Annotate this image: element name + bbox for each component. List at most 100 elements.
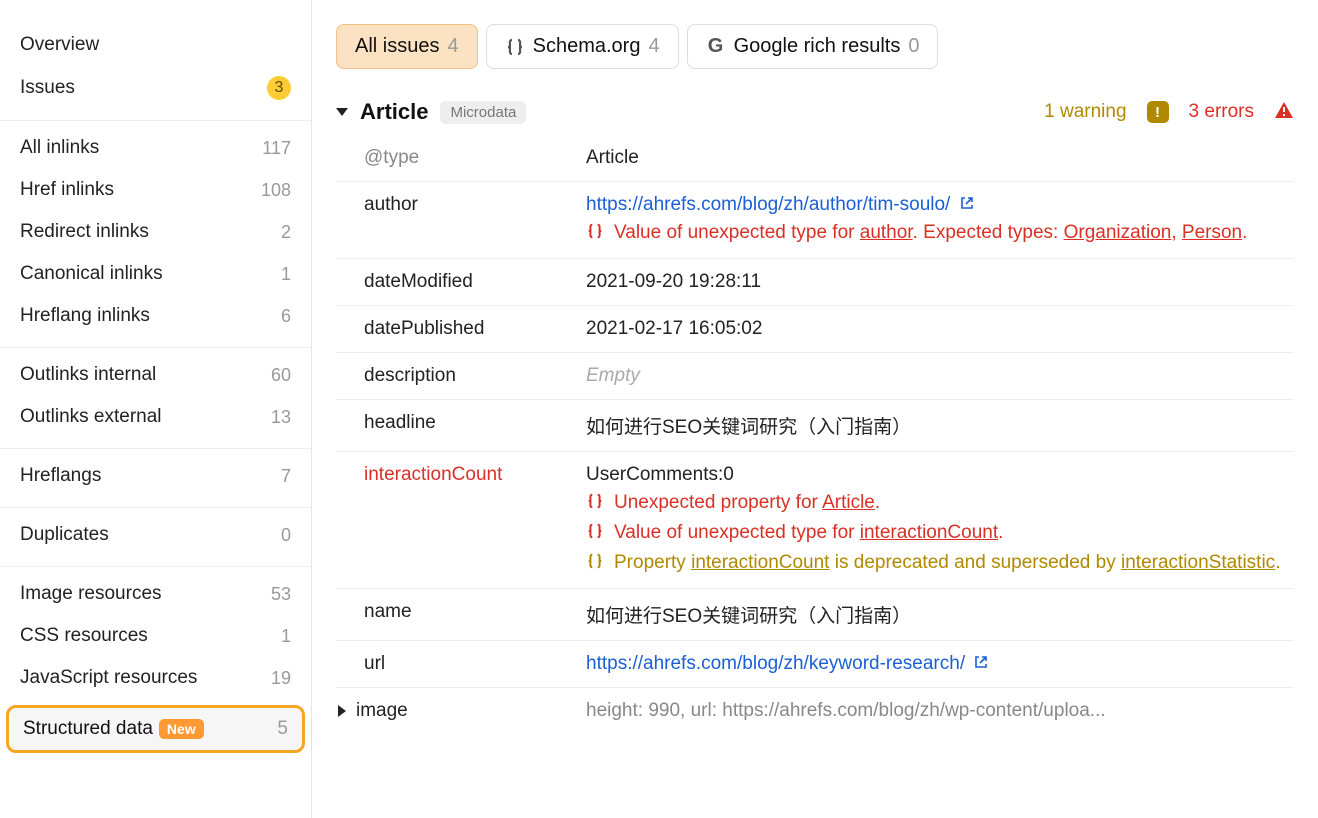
property-name: headline: [336, 412, 586, 439]
error-link[interactable]: interactionCount: [860, 522, 998, 543]
sidebar-item-structured-data[interactable]: Structured data New 5: [9, 708, 302, 750]
warning-link[interactable]: interactionStatistic: [1121, 552, 1275, 573]
error-link[interactable]: author: [860, 222, 913, 243]
sidebar-item-hreflang-inlinks[interactable]: Hreflang inlinks 6: [0, 295, 311, 337]
table-row: dateModified 2021-09-20 19:28:11: [336, 259, 1294, 306]
external-link-icon: [974, 653, 988, 674]
sidebar-item-issues[interactable]: Issues 3: [0, 66, 311, 110]
sidebar-item-js-resources[interactable]: JavaScript resources 19: [0, 657, 311, 699]
warning-count: 1 warning: [1044, 101, 1126, 123]
sidebar: Overview Issues 3 All inlinks 117 Href i…: [0, 0, 312, 818]
sidebar-item-outlinks-external[interactable]: Outlinks external 13: [0, 396, 311, 438]
braces-error-icon: [586, 492, 604, 516]
external-link-icon: [960, 194, 974, 215]
sidebar-item-label: Image resources: [20, 583, 162, 605]
sidebar-item-image-resources[interactable]: Image resources 53: [0, 573, 311, 615]
sidebar-item-count: 13: [271, 407, 291, 428]
property-value: 如何进行SEO关键词研究（入门指南）: [586, 601, 1294, 628]
sidebar-item-count: 5: [277, 718, 288, 740]
table-row: headline 如何进行SEO关键词研究（入门指南）: [336, 400, 1294, 452]
tab-label: Schema.org: [533, 35, 641, 58]
error-count: 3 errors: [1189, 101, 1254, 123]
sidebar-group: Outlinks internal 60 Outlinks external 1…: [0, 348, 311, 449]
property-value: https://ahrefs.com/blog/zh/keyword-resea…: [586, 653, 1294, 675]
error-message: Value of unexpected type for author. Exp…: [614, 222, 1247, 244]
sidebar-item-count: 1: [281, 626, 291, 647]
sidebar-item-canonical-inlinks[interactable]: Canonical inlinks 1: [0, 253, 311, 295]
tab-count: 0: [908, 35, 919, 58]
property-value: https://ahrefs.com/blog/zh/author/tim-so…: [586, 194, 1294, 246]
table-row: description Empty: [336, 353, 1294, 400]
property-name: @type: [336, 147, 586, 169]
error-link[interactable]: Article: [822, 492, 875, 513]
sidebar-item-label: Redirect inlinks: [20, 221, 149, 243]
property-value: 如何进行SEO关键词研究（入门指南）: [586, 412, 1294, 439]
url-link[interactable]: https://ahrefs.com/blog/zh/keyword-resea…: [586, 653, 965, 674]
section-title: Article: [360, 99, 428, 125]
tab-count: 4: [648, 35, 659, 58]
sidebar-item-label: JavaScript resources: [20, 667, 197, 689]
table-row: datePublished 2021-02-17 16:05:02: [336, 306, 1294, 353]
property-name: description: [336, 365, 586, 387]
properties-table: @type Article author https://ahrefs.com/…: [336, 135, 1318, 734]
tab-all-issues[interactable]: All issues 4: [336, 24, 478, 69]
property-name: datePublished: [336, 318, 586, 340]
error-message: Unexpected property for Article.: [614, 492, 880, 514]
sidebar-item-count: 60: [271, 365, 291, 386]
braces-warning-icon: [586, 552, 604, 576]
sidebar-item-label: Hreflang inlinks: [20, 305, 150, 327]
google-icon: G: [706, 37, 726, 57]
error-message: Value of unexpected type for interaction…: [614, 522, 1003, 544]
property-name: dateModified: [336, 271, 586, 293]
tab-google-rich-results[interactable]: G Google rich results 0: [687, 24, 939, 69]
error-link[interactable]: Organization: [1064, 222, 1172, 243]
sidebar-item-count: 1: [281, 264, 291, 285]
author-link[interactable]: https://ahrefs.com/blog/zh/author/tim-so…: [586, 194, 950, 215]
sidebar-item-outlinks-internal[interactable]: Outlinks internal 60: [0, 354, 311, 396]
sidebar-item-label: Hreflangs: [20, 465, 101, 487]
property-name: name: [336, 601, 586, 628]
tab-schema-org[interactable]: Schema.org 4: [486, 24, 679, 69]
section-header: Article Microdata 1 warning ! 3 errors: [336, 91, 1318, 135]
property-name: image: [336, 700, 586, 722]
property-value: 2021-09-20 19:28:11: [586, 271, 1294, 293]
sidebar-item-href-inlinks[interactable]: Href inlinks 108: [0, 169, 311, 211]
sidebar-item-count: 53: [271, 584, 291, 605]
sidebar-item-count: 7: [281, 466, 291, 487]
warning-link[interactable]: interactionCount: [691, 552, 829, 573]
sidebar-item-count: 6: [281, 306, 291, 327]
sidebar-item-hreflangs[interactable]: Hreflangs 7: [0, 455, 311, 497]
property-value: height: 990, url: https://ahrefs.com/blo…: [586, 700, 1294, 722]
braces-error-icon: [586, 522, 604, 546]
sidebar-item-css-resources[interactable]: CSS resources 1: [0, 615, 311, 657]
tab-label: Google rich results: [734, 35, 901, 58]
table-row: author https://ahrefs.com/blog/zh/author…: [336, 182, 1294, 259]
sidebar-item-label: Href inlinks: [20, 179, 114, 201]
tabs: All issues 4 Schema.org 4 G Google rich …: [336, 24, 1318, 69]
sidebar-item-all-inlinks[interactable]: All inlinks 117: [0, 127, 311, 169]
microdata-chip: Microdata: [440, 101, 526, 124]
tab-label: All issues: [355, 35, 439, 58]
sidebar-group: Overview Issues 3: [0, 18, 311, 121]
property-value: Article: [586, 147, 1294, 169]
sidebar-item-label: Canonical inlinks: [20, 263, 163, 285]
property-name: interactionCount: [336, 464, 586, 576]
collapse-caret-icon[interactable]: [336, 108, 348, 116]
expand-caret-icon[interactable]: [338, 705, 346, 717]
sidebar-item-label: Outlinks internal: [20, 364, 156, 386]
warning-icon: !: [1147, 101, 1169, 123]
table-row: interactionCount UserComments:0 Unexpect…: [336, 452, 1294, 589]
sidebar-group: Image resources 53 CSS resources 1 JavaS…: [0, 567, 311, 763]
sidebar-item-label: All inlinks: [20, 137, 99, 159]
sidebar-item-label: Structured data: [23, 718, 153, 740]
error-link[interactable]: Person: [1182, 222, 1242, 243]
sidebar-group: Hreflangs 7: [0, 449, 311, 508]
table-row: name 如何进行SEO关键词研究（入门指南）: [336, 589, 1294, 641]
tab-count: 4: [447, 35, 458, 58]
table-row: image height: 990, url: https://ahrefs.c…: [336, 688, 1294, 734]
sidebar-item-redirect-inlinks[interactable]: Redirect inlinks 2: [0, 211, 311, 253]
sidebar-item-structured-data-highlight: Structured data New 5: [6, 705, 305, 753]
sidebar-item-overview[interactable]: Overview: [0, 24, 311, 66]
sidebar-item-duplicates[interactable]: Duplicates 0: [0, 514, 311, 556]
sidebar-group: Duplicates 0: [0, 508, 311, 567]
